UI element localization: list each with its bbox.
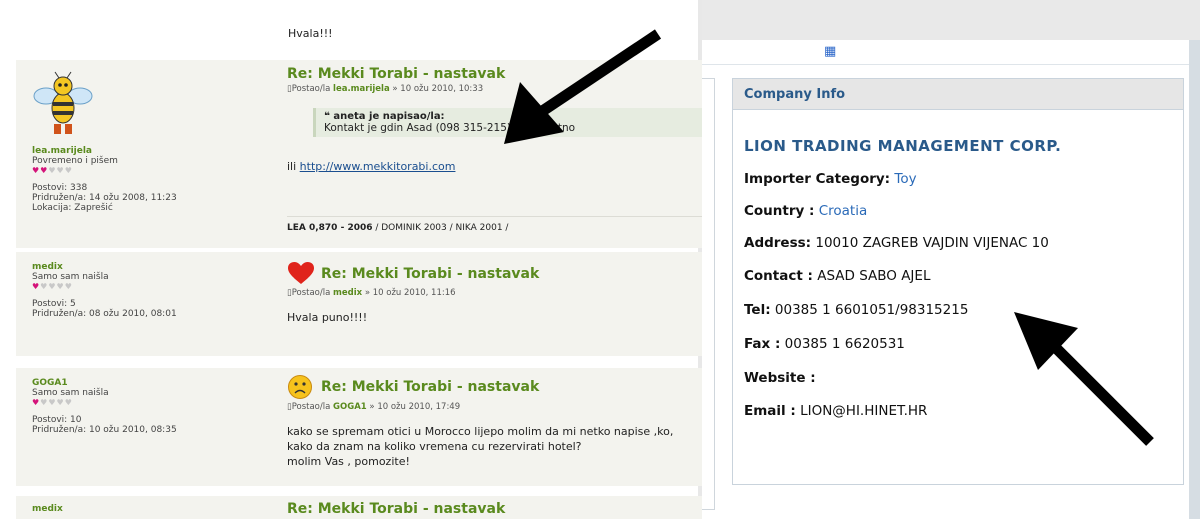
heart-icon: ♥ bbox=[32, 282, 41, 291]
previous-post-text: Hvala!!! bbox=[288, 27, 333, 40]
heart-icon: ♥ bbox=[48, 166, 57, 175]
meta-prefix: Postao/la bbox=[291, 402, 331, 412]
card-header-title: Company Info bbox=[744, 87, 846, 102]
author-posts: Postovi: 5 bbox=[32, 299, 76, 309]
heart-icon bbox=[288, 262, 314, 284]
forum-post: GOGA1 Samo sam naišla ♥♥♥♥♥ Postovi: 10 … bbox=[16, 368, 702, 486]
post-author[interactable]: lea.marijela bbox=[32, 146, 272, 156]
heart-icon: ♥ bbox=[64, 282, 73, 291]
post-text: Hvala puno!!!! bbox=[287, 311, 368, 324]
annotation-arrow bbox=[1014, 312, 1154, 446]
post-meta: ▯Postao/la GOGA1 » 10 ožu 2010, 17:49 bbox=[287, 402, 702, 412]
heart-icon: ♥ bbox=[56, 166, 65, 175]
post-text: ili http://www.mekkitorabi.com bbox=[287, 159, 702, 174]
left-box-edge bbox=[702, 78, 715, 510]
address-value: 10010 ZAGREB VAJDIN VIJENAC 10 bbox=[815, 235, 1049, 251]
post-title[interactable]: Re: Mekki Torabi - nastavak bbox=[287, 501, 702, 517]
fax-row: Fax : 00385 1 6620531 bbox=[744, 336, 905, 352]
post-link[interactable]: http://www.mekkitorabi.com bbox=[300, 160, 456, 173]
post-title[interactable]: Re: Mekki Torabi - nastavak bbox=[321, 379, 539, 395]
author-rank: Povremeno i pišem bbox=[32, 156, 118, 166]
meta-date: » 10 ožu 2010, 10:33 bbox=[392, 84, 484, 94]
logo-icon: ▦ bbox=[824, 44, 837, 59]
post-meta: ▯Postao/la medix » 10 ožu 2010, 11:16 bbox=[287, 288, 702, 298]
meta-author[interactable]: medix bbox=[333, 288, 362, 298]
country-row: Country : Croatia bbox=[744, 203, 868, 219]
rank-hearts: ♥♥♥♥♥ bbox=[32, 398, 272, 407]
website-row: Website : bbox=[744, 370, 816, 386]
author-joined: Pridružen/a: 10 ožu 2010, 08:35 bbox=[32, 425, 177, 435]
meta-date: » 10 ožu 2010, 11:16 bbox=[364, 288, 456, 298]
post-title[interactable]: Re: Mekki Torabi - nastavak bbox=[321, 266, 539, 282]
heart-icon: ♥ bbox=[56, 398, 65, 407]
importer-category-value[interactable]: Toy bbox=[894, 171, 916, 187]
card-header: Company Info bbox=[733, 79, 1183, 110]
signature-divider bbox=[287, 216, 702, 217]
address-row: Address: 10010 ZAGREB VAJDIN VIJENAC 10 bbox=[744, 235, 1049, 251]
author-location: Lokacija: Zaprešić bbox=[32, 203, 113, 213]
post-text-line: molim Vas , pomozite! bbox=[287, 455, 410, 468]
post-author[interactable]: medix bbox=[32, 262, 272, 272]
contact-value: ASAD SABO AJEL bbox=[817, 268, 931, 284]
author-rank: Samo sam naišla bbox=[32, 272, 109, 282]
signature: LEA 0,870 - 2006 / DOMINIK 2003 / NIKA 2… bbox=[287, 223, 509, 233]
heart-icon: ♥ bbox=[64, 166, 73, 175]
rank-hearts: ♥♥♥♥♥ bbox=[32, 166, 272, 175]
author-posts: Postovi: 10 bbox=[32, 415, 82, 425]
meta-prefix: Postao/la bbox=[291, 288, 331, 298]
post-text-line: kako se spremam otici u Morocco lijepo m… bbox=[287, 425, 674, 438]
contact-row: Contact : ASAD SABO AJEL bbox=[744, 268, 931, 284]
forum-post: medix Samo sam naišla ♥♥♥♥♥ Postovi: 5 P… bbox=[16, 252, 702, 356]
divider bbox=[702, 64, 1200, 65]
sad-face-icon bbox=[288, 375, 312, 399]
forum-page: Hvala!!! lea.marijela Povremeno i pišem … bbox=[0, 0, 702, 519]
avatar bbox=[32, 70, 94, 140]
post-text-line: kako da znam na koliko vremena cu rezerv… bbox=[287, 440, 582, 453]
company-panel: ▦ Company Info LION TRADING MANAGEMENT C… bbox=[702, 0, 1200, 519]
author-joined: Pridružen/a: 08 ožu 2010, 08:01 bbox=[32, 309, 177, 319]
heart-icon: ♥ bbox=[64, 398, 73, 407]
email-value: LION@HI.HINET.HR bbox=[800, 403, 928, 419]
fax-value: 00385 1 6620531 bbox=[784, 336, 905, 352]
heart-icon: ♥ bbox=[48, 398, 57, 407]
post-author[interactable]: medix bbox=[32, 504, 272, 514]
browser-topbar bbox=[702, 0, 1200, 40]
country-value[interactable]: Croatia bbox=[819, 203, 868, 219]
importer-category-row: Importer Category: Toy bbox=[744, 171, 917, 187]
tel-row: Tel: 00385 1 6601051/98315215 bbox=[744, 302, 969, 318]
post-text-prefix: ili bbox=[287, 160, 300, 173]
rank-hearts: ♥♥♥♥♥ bbox=[32, 282, 272, 291]
quote-icon: ❝ bbox=[324, 111, 330, 122]
meta-date: » 10 ožu 2010, 17:49 bbox=[369, 402, 461, 412]
bee-avatar-icon bbox=[33, 71, 93, 134]
heart-icon: ♥ bbox=[56, 282, 65, 291]
author-posts: Postovi: 338 bbox=[32, 183, 88, 193]
meta-author[interactable]: GOGA1 bbox=[333, 402, 367, 412]
author-joined: Pridružen/a: 14 ožu 2008, 11:23 bbox=[32, 193, 177, 203]
scrollbar[interactable] bbox=[1189, 40, 1200, 519]
forum-post: medix Re: Mekki Torabi - nastavak bbox=[16, 496, 702, 519]
heart-icon: ♥ bbox=[32, 398, 41, 407]
annotation-arrow bbox=[504, 29, 662, 144]
tel-value: 00385 1 6601051/98315215 bbox=[774, 302, 969, 318]
meta-prefix: Postao/la bbox=[291, 84, 331, 94]
heart-icon: ♥ bbox=[48, 282, 57, 291]
company-name: LION TRADING MANAGEMENT CORP. bbox=[744, 137, 1062, 155]
heart-icon: ♥ bbox=[32, 166, 41, 175]
meta-author[interactable]: lea.marijela bbox=[333, 84, 390, 94]
email-row: Email : LION@HI.HINET.HR bbox=[744, 403, 928, 419]
post-author[interactable]: GOGA1 bbox=[32, 378, 272, 388]
author-rank: Samo sam naišla bbox=[32, 388, 109, 398]
